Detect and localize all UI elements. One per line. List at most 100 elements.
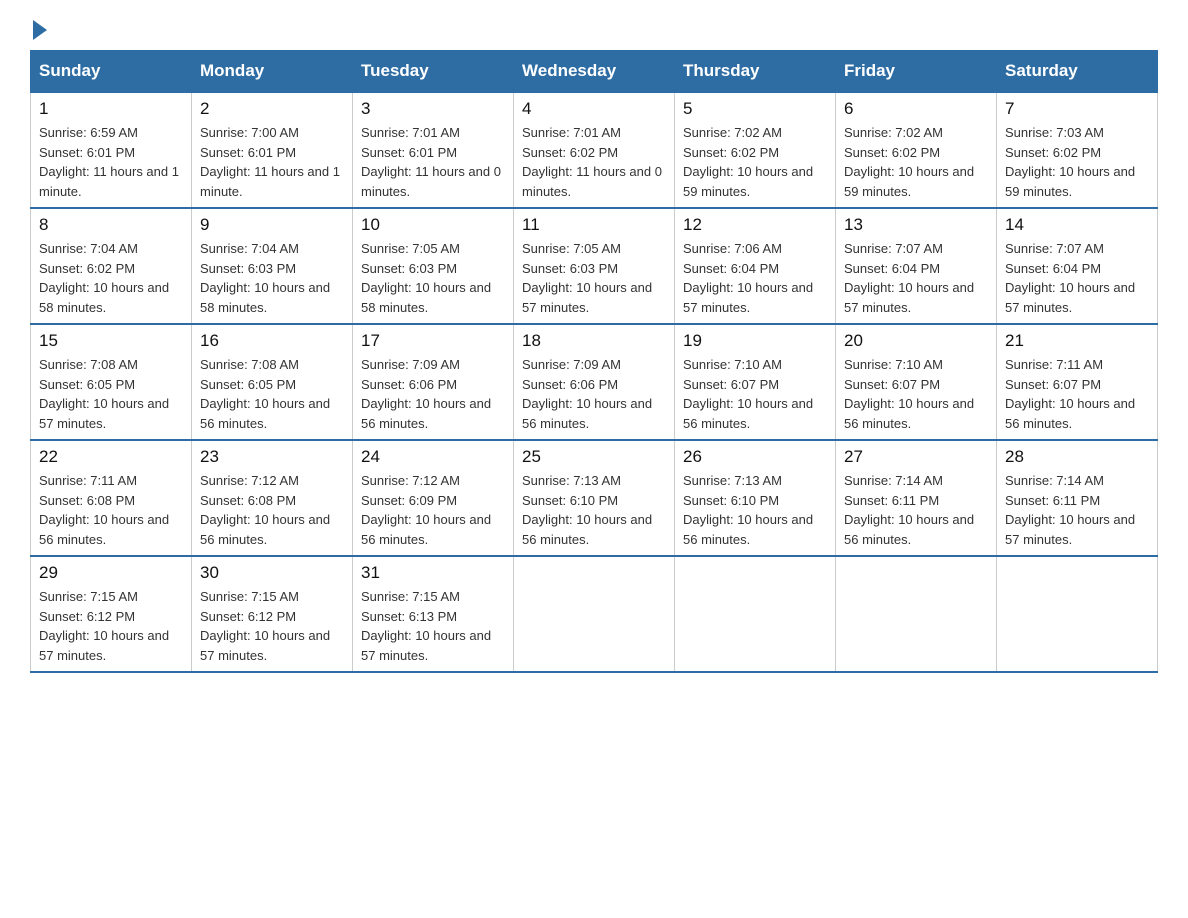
day-info: Sunrise: 7:05 AM Sunset: 6:03 PM Dayligh…	[522, 239, 666, 317]
col-header-monday: Monday	[192, 51, 353, 93]
day-cell-15: 15 Sunrise: 7:08 AM Sunset: 6:05 PM Dayl…	[31, 324, 192, 440]
week-row-3: 15 Sunrise: 7:08 AM Sunset: 6:05 PM Dayl…	[31, 324, 1158, 440]
day-cell-5: 5 Sunrise: 7:02 AM Sunset: 6:02 PM Dayli…	[675, 92, 836, 208]
day-info: Sunrise: 7:02 AM Sunset: 6:02 PM Dayligh…	[683, 123, 827, 201]
week-row-2: 8 Sunrise: 7:04 AM Sunset: 6:02 PM Dayli…	[31, 208, 1158, 324]
day-number: 29	[39, 563, 183, 583]
calendar-table: SundayMondayTuesdayWednesdayThursdayFrid…	[30, 50, 1158, 673]
day-cell-25: 25 Sunrise: 7:13 AM Sunset: 6:10 PM Dayl…	[514, 440, 675, 556]
day-info: Sunrise: 7:04 AM Sunset: 6:02 PM Dayligh…	[39, 239, 183, 317]
day-info: Sunrise: 7:03 AM Sunset: 6:02 PM Dayligh…	[1005, 123, 1149, 201]
day-number: 4	[522, 99, 666, 119]
day-number: 22	[39, 447, 183, 467]
empty-cell	[836, 556, 997, 672]
day-cell-27: 27 Sunrise: 7:14 AM Sunset: 6:11 PM Dayl…	[836, 440, 997, 556]
day-number: 7	[1005, 99, 1149, 119]
day-number: 15	[39, 331, 183, 351]
empty-cell	[997, 556, 1158, 672]
day-cell-26: 26 Sunrise: 7:13 AM Sunset: 6:10 PM Dayl…	[675, 440, 836, 556]
day-info: Sunrise: 7:10 AM Sunset: 6:07 PM Dayligh…	[844, 355, 988, 433]
day-cell-12: 12 Sunrise: 7:06 AM Sunset: 6:04 PM Dayl…	[675, 208, 836, 324]
calendar-header-row: SundayMondayTuesdayWednesdayThursdayFrid…	[31, 51, 1158, 93]
day-cell-6: 6 Sunrise: 7:02 AM Sunset: 6:02 PM Dayli…	[836, 92, 997, 208]
day-info: Sunrise: 7:12 AM Sunset: 6:08 PM Dayligh…	[200, 471, 344, 549]
day-info: Sunrise: 7:04 AM Sunset: 6:03 PM Dayligh…	[200, 239, 344, 317]
col-header-wednesday: Wednesday	[514, 51, 675, 93]
day-info: Sunrise: 7:07 AM Sunset: 6:04 PM Dayligh…	[1005, 239, 1149, 317]
day-info: Sunrise: 7:01 AM Sunset: 6:01 PM Dayligh…	[361, 123, 505, 201]
day-number: 13	[844, 215, 988, 235]
day-info: Sunrise: 7:06 AM Sunset: 6:04 PM Dayligh…	[683, 239, 827, 317]
day-info: Sunrise: 7:15 AM Sunset: 6:12 PM Dayligh…	[39, 587, 183, 665]
col-header-tuesday: Tuesday	[353, 51, 514, 93]
day-number: 5	[683, 99, 827, 119]
day-number: 11	[522, 215, 666, 235]
day-number: 2	[200, 99, 344, 119]
day-number: 8	[39, 215, 183, 235]
day-cell-1: 1 Sunrise: 6:59 AM Sunset: 6:01 PM Dayli…	[31, 92, 192, 208]
week-row-5: 29 Sunrise: 7:15 AM Sunset: 6:12 PM Dayl…	[31, 556, 1158, 672]
day-number: 24	[361, 447, 505, 467]
day-number: 30	[200, 563, 344, 583]
day-cell-3: 3 Sunrise: 7:01 AM Sunset: 6:01 PM Dayli…	[353, 92, 514, 208]
day-info: Sunrise: 7:07 AM Sunset: 6:04 PM Dayligh…	[844, 239, 988, 317]
day-number: 3	[361, 99, 505, 119]
day-info: Sunrise: 7:08 AM Sunset: 6:05 PM Dayligh…	[200, 355, 344, 433]
day-info: Sunrise: 7:09 AM Sunset: 6:06 PM Dayligh…	[361, 355, 505, 433]
day-info: Sunrise: 7:05 AM Sunset: 6:03 PM Dayligh…	[361, 239, 505, 317]
day-number: 19	[683, 331, 827, 351]
col-header-sunday: Sunday	[31, 51, 192, 93]
day-cell-9: 9 Sunrise: 7:04 AM Sunset: 6:03 PM Dayli…	[192, 208, 353, 324]
day-cell-30: 30 Sunrise: 7:15 AM Sunset: 6:12 PM Dayl…	[192, 556, 353, 672]
day-cell-14: 14 Sunrise: 7:07 AM Sunset: 6:04 PM Dayl…	[997, 208, 1158, 324]
day-number: 26	[683, 447, 827, 467]
day-number: 21	[1005, 331, 1149, 351]
page-header	[30, 20, 1158, 40]
day-info: Sunrise: 7:10 AM Sunset: 6:07 PM Dayligh…	[683, 355, 827, 433]
day-info: Sunrise: 7:12 AM Sunset: 6:09 PM Dayligh…	[361, 471, 505, 549]
day-info: Sunrise: 7:11 AM Sunset: 6:08 PM Dayligh…	[39, 471, 183, 549]
day-cell-29: 29 Sunrise: 7:15 AM Sunset: 6:12 PM Dayl…	[31, 556, 192, 672]
day-number: 16	[200, 331, 344, 351]
day-cell-17: 17 Sunrise: 7:09 AM Sunset: 6:06 PM Dayl…	[353, 324, 514, 440]
day-number: 31	[361, 563, 505, 583]
day-cell-13: 13 Sunrise: 7:07 AM Sunset: 6:04 PM Dayl…	[836, 208, 997, 324]
day-info: Sunrise: 7:15 AM Sunset: 6:12 PM Dayligh…	[200, 587, 344, 665]
day-cell-11: 11 Sunrise: 7:05 AM Sunset: 6:03 PM Dayl…	[514, 208, 675, 324]
day-info: Sunrise: 7:08 AM Sunset: 6:05 PM Dayligh…	[39, 355, 183, 433]
day-number: 1	[39, 99, 183, 119]
day-info: Sunrise: 7:14 AM Sunset: 6:11 PM Dayligh…	[844, 471, 988, 549]
day-number: 17	[361, 331, 505, 351]
week-row-1: 1 Sunrise: 6:59 AM Sunset: 6:01 PM Dayli…	[31, 92, 1158, 208]
logo	[30, 20, 49, 40]
day-cell-23: 23 Sunrise: 7:12 AM Sunset: 6:08 PM Dayl…	[192, 440, 353, 556]
logo-arrow-icon	[33, 20, 47, 40]
day-cell-4: 4 Sunrise: 7:01 AM Sunset: 6:02 PM Dayli…	[514, 92, 675, 208]
day-cell-7: 7 Sunrise: 7:03 AM Sunset: 6:02 PM Dayli…	[997, 92, 1158, 208]
day-number: 9	[200, 215, 344, 235]
day-number: 28	[1005, 447, 1149, 467]
day-info: Sunrise: 7:11 AM Sunset: 6:07 PM Dayligh…	[1005, 355, 1149, 433]
day-cell-8: 8 Sunrise: 7:04 AM Sunset: 6:02 PM Dayli…	[31, 208, 192, 324]
day-number: 12	[683, 215, 827, 235]
day-info: Sunrise: 7:14 AM Sunset: 6:11 PM Dayligh…	[1005, 471, 1149, 549]
week-row-4: 22 Sunrise: 7:11 AM Sunset: 6:08 PM Dayl…	[31, 440, 1158, 556]
col-header-friday: Friday	[836, 51, 997, 93]
day-number: 18	[522, 331, 666, 351]
day-cell-20: 20 Sunrise: 7:10 AM Sunset: 6:07 PM Dayl…	[836, 324, 997, 440]
day-info: Sunrise: 7:13 AM Sunset: 6:10 PM Dayligh…	[522, 471, 666, 549]
day-number: 6	[844, 99, 988, 119]
day-cell-10: 10 Sunrise: 7:05 AM Sunset: 6:03 PM Dayl…	[353, 208, 514, 324]
day-number: 14	[1005, 215, 1149, 235]
col-header-saturday: Saturday	[997, 51, 1158, 93]
day-cell-22: 22 Sunrise: 7:11 AM Sunset: 6:08 PM Dayl…	[31, 440, 192, 556]
col-header-thursday: Thursday	[675, 51, 836, 93]
day-info: Sunrise: 7:00 AM Sunset: 6:01 PM Dayligh…	[200, 123, 344, 201]
day-cell-31: 31 Sunrise: 7:15 AM Sunset: 6:13 PM Dayl…	[353, 556, 514, 672]
day-cell-21: 21 Sunrise: 7:11 AM Sunset: 6:07 PM Dayl…	[997, 324, 1158, 440]
day-cell-18: 18 Sunrise: 7:09 AM Sunset: 6:06 PM Dayl…	[514, 324, 675, 440]
day-number: 23	[200, 447, 344, 467]
day-cell-16: 16 Sunrise: 7:08 AM Sunset: 6:05 PM Dayl…	[192, 324, 353, 440]
day-info: Sunrise: 7:02 AM Sunset: 6:02 PM Dayligh…	[844, 123, 988, 201]
empty-cell	[514, 556, 675, 672]
